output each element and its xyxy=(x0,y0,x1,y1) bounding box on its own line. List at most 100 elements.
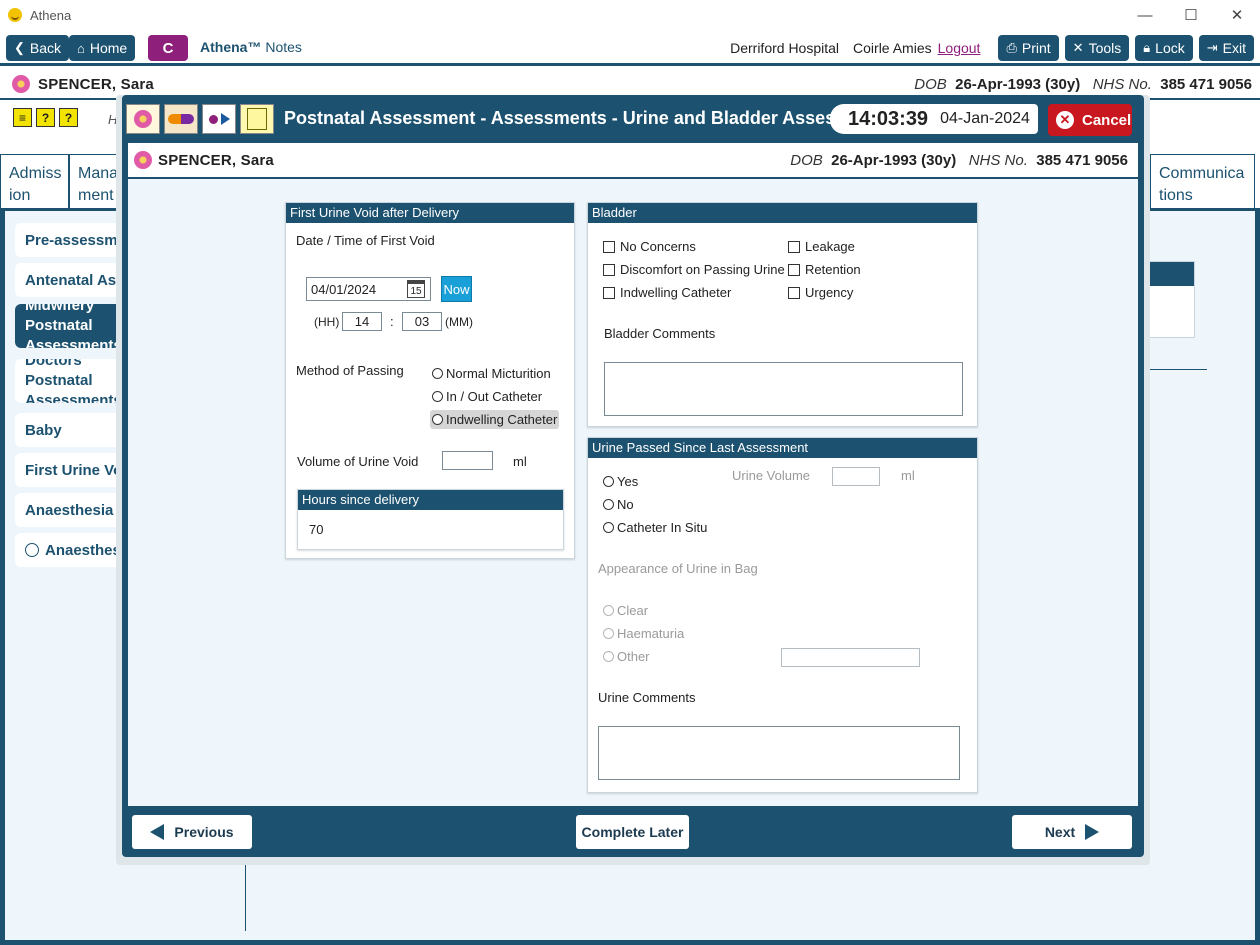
home-icon: ⌂ xyxy=(77,40,85,56)
checkbox-label: Urgency xyxy=(805,285,854,300)
checkbox-icon xyxy=(788,263,800,276)
volume-label: Volume of Urine Void xyxy=(297,454,419,469)
appearance-label: Appearance of Urine in Bag xyxy=(598,561,758,576)
tab-communications[interactable]: Communica tions xyxy=(1150,154,1255,208)
check-indwelling-catheter[interactable]: Indwelling Catheter xyxy=(603,285,731,300)
window-titlebar: Athena — ☐ ✕ xyxy=(0,0,1260,30)
previous-button[interactable]: Previous xyxy=(132,815,252,849)
catheter-in-situ-radio[interactable]: Catheter In Situ xyxy=(603,520,707,535)
urine-comments-field[interactable] xyxy=(598,726,960,780)
exit-label: Exit xyxy=(1222,40,1246,56)
radio-icon xyxy=(25,543,39,557)
sidebar-item-anaesthesia-in[interactable]: Anaesthesia In xyxy=(15,493,130,527)
medication-icon[interactable] xyxy=(164,104,198,134)
urine-no-radio[interactable]: No xyxy=(603,497,634,512)
flower-icon xyxy=(12,75,30,93)
checkbox-label: Indwelling Catheter xyxy=(620,285,732,300)
mother-baby-icon[interactable] xyxy=(202,104,236,134)
tools-button[interactable]: ✕ Tools xyxy=(1064,35,1130,61)
exit-button[interactable]: ⇥ Exit xyxy=(1198,35,1254,61)
sidebar-item-doctors-postnatal[interactable]: Doctors Postnatal Assessments xyxy=(15,359,130,403)
bg-divider xyxy=(1145,369,1207,370)
appearance-clear-radio[interactable]: Clear xyxy=(603,603,648,618)
bg-panel xyxy=(1145,261,1195,338)
first-void-header: First Urine Void after Delivery xyxy=(286,203,574,223)
method-normal-micturition[interactable]: Normal Micturition xyxy=(432,366,551,381)
app-notes-title: Athena™ Notes xyxy=(200,39,302,55)
check-no-concerns[interactable]: No Concerns xyxy=(603,239,696,254)
first-void-date-field[interactable]: 04/01/2024 15 xyxy=(306,277,431,301)
bg-panel-header xyxy=(1146,262,1194,286)
close-icon[interactable]: ✕ xyxy=(1214,0,1260,30)
sidebar-item-antenatal[interactable]: Antenatal Assessments xyxy=(15,263,130,297)
hour-field[interactable]: 14 xyxy=(342,312,382,331)
checkbox-label: Leakage xyxy=(805,239,855,254)
modal-footer: Previous Complete Later Next xyxy=(128,806,1138,857)
check-retention[interactable]: Retention xyxy=(788,262,861,277)
appearance-haematuria-radio[interactable]: Haematuria xyxy=(603,626,684,641)
check-leakage[interactable]: Leakage xyxy=(788,239,855,254)
checkbox-label: Retention xyxy=(805,262,861,277)
previous-label: Previous xyxy=(174,824,234,840)
home-button[interactable]: ⌂ Home xyxy=(69,35,136,61)
check-urgency[interactable]: Urgency xyxy=(788,285,853,300)
radio-icon xyxy=(603,651,614,662)
nhs-value: 385 471 9056 xyxy=(1036,151,1128,169)
modal-body: SPENCER, Sara DOB 26-Apr-1993 (30y) NHS … xyxy=(128,143,1138,806)
assessment-modal: Postnatal Assessment - Assessments - Uri… xyxy=(116,95,1150,865)
app-toolbar: ❮ Back ⌂ Home C Athena™ Notes Derriford Ho… xyxy=(0,30,1260,66)
bladder-comments-label: Bladder Comments xyxy=(604,326,716,341)
sidebar-item-midwifery-postnatal[interactable]: Midwifery Postnatal Assessments xyxy=(15,304,130,348)
time-separator: : xyxy=(390,314,394,329)
urine-volume-label: Urine Volume xyxy=(732,468,811,483)
user-name: Coirle Amies xyxy=(853,40,932,56)
method-in-out-catheter[interactable]: In / Out Catheter xyxy=(432,389,542,404)
date-time-label: Date / Time of First Void xyxy=(296,233,435,248)
lock-button[interactable]: 🔒︎ Lock xyxy=(1135,35,1193,61)
sidebar-item-first-urine-void[interactable]: First Urine Void xyxy=(15,453,130,487)
calendar-icon[interactable]: 15 xyxy=(407,280,425,298)
minute-field[interactable]: 03 xyxy=(402,312,442,331)
volume-field[interactable] xyxy=(442,451,493,470)
logout-link[interactable]: Logout xyxy=(938,40,981,56)
help-icon[interactable]: ? xyxy=(36,108,55,127)
now-button[interactable]: Now xyxy=(441,276,472,302)
radio-label: Normal Micturition xyxy=(446,366,551,381)
print-button[interactable]: ⎙ Print xyxy=(998,35,1059,61)
checkbox-label: Discomfort on Passing Urine xyxy=(620,262,785,277)
current-date: 04-Jan-2024 xyxy=(940,110,1030,127)
exit-icon: ⇥ xyxy=(1206,40,1218,55)
complete-later-button[interactable]: Complete Later xyxy=(576,815,689,849)
tab-admission[interactable]: Admiss ion xyxy=(0,154,69,208)
check-discomfort[interactable]: Discomfort on Passing Urine xyxy=(603,262,785,277)
urine-volume-field[interactable] xyxy=(832,467,880,486)
minimize-icon[interactable]: — xyxy=(1122,0,1168,30)
bg-divider-vertical xyxy=(245,861,246,931)
urine-yes-radio[interactable]: Yes xyxy=(603,474,638,489)
sidebar-item-anaesthesia[interactable]: Anaesthesia xyxy=(15,533,130,567)
back-button[interactable]: ❮ Back xyxy=(6,35,70,61)
notes-icon[interactable] xyxy=(240,104,274,134)
modal-frame: Postnatal Assessment - Assessments - Uri… xyxy=(122,95,1144,857)
alert-icon[interactable]: ≡ xyxy=(13,108,32,127)
appearance-other-radio[interactable]: Other xyxy=(603,649,650,664)
help-icon-2[interactable]: ? xyxy=(59,108,78,127)
lock-label: Lock xyxy=(1155,40,1185,56)
sidebar-item-baby[interactable]: Baby xyxy=(15,413,130,447)
radio-label: Yes xyxy=(617,474,639,489)
radio-icon xyxy=(603,499,614,510)
flower-icon[interactable] xyxy=(126,104,160,134)
c-button[interactable]: C xyxy=(148,35,188,61)
radio-label: Haematuria xyxy=(617,626,685,641)
patient-details: DOB 26-Apr-1993 (30y) NHS No. 385 471 90… xyxy=(914,76,1252,93)
radio-icon xyxy=(432,414,443,425)
bladder-comments-field[interactable] xyxy=(604,362,963,416)
method-indwelling-catheter[interactable]: Indwelling Catheter xyxy=(430,410,560,429)
radio-label: In / Out Catheter xyxy=(446,389,543,404)
cancel-button[interactable]: ✕ Cancel xyxy=(1048,104,1132,136)
sidebar-item-preassessment[interactable]: Pre-assessment xyxy=(15,223,130,257)
radio-label: Catheter In Situ xyxy=(617,520,708,535)
next-button[interactable]: Next xyxy=(1012,815,1132,849)
appearance-other-field[interactable] xyxy=(781,648,920,667)
maximize-icon[interactable]: ☐ xyxy=(1168,0,1214,30)
